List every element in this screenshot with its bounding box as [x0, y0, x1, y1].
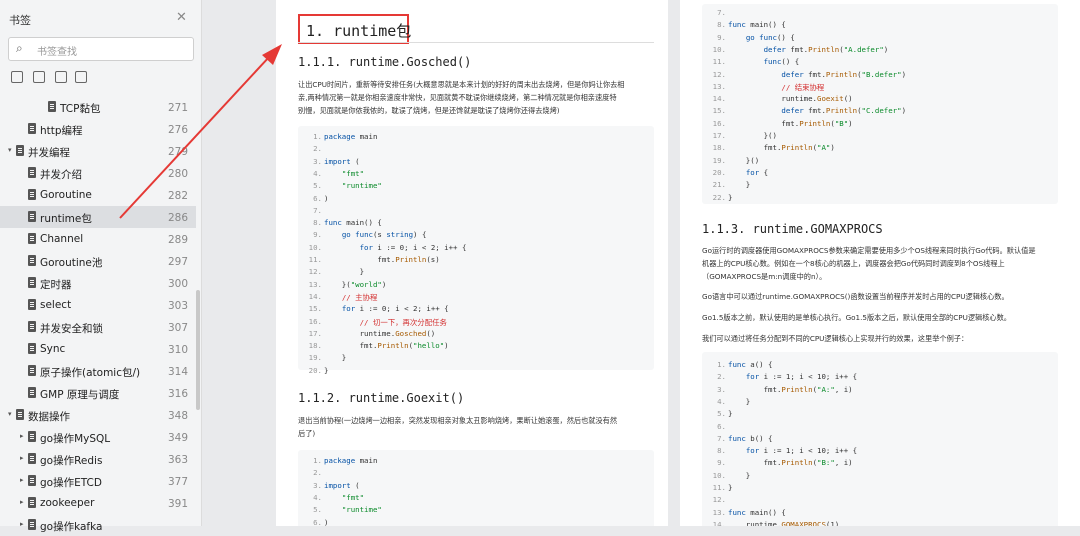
annotation-arrow	[119, 44, 282, 219]
